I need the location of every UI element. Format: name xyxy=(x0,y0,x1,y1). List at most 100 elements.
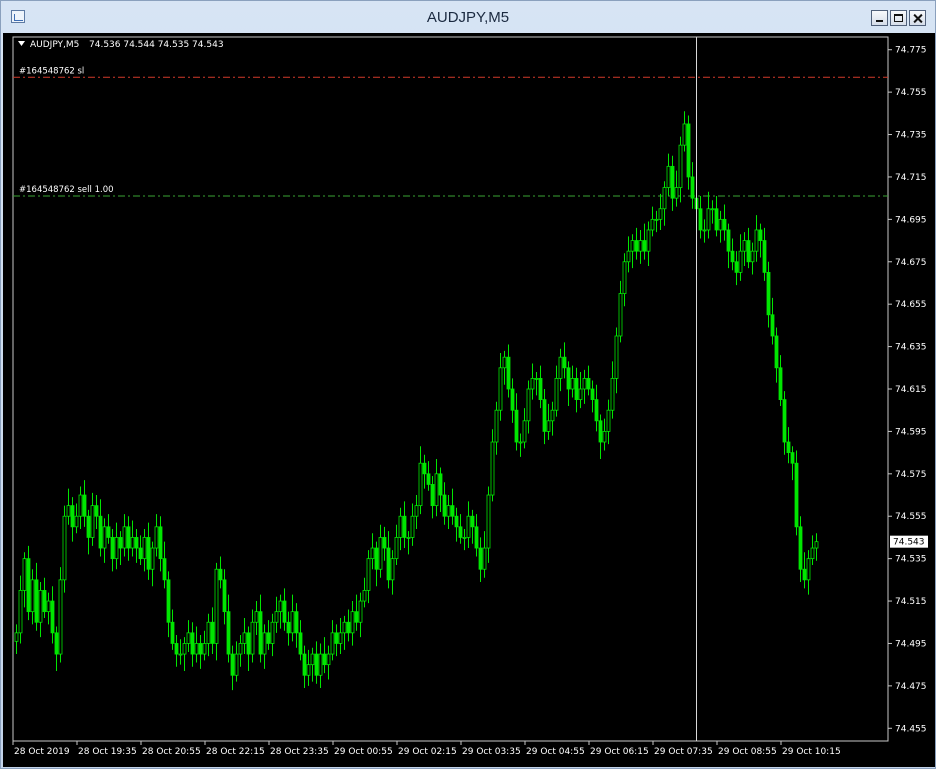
candle-body xyxy=(322,653,327,666)
current-price-label: 74.543 xyxy=(893,538,925,548)
candle-body xyxy=(778,367,783,401)
candle-body xyxy=(230,653,235,676)
candle-body xyxy=(354,611,359,623)
candle-body xyxy=(126,526,131,549)
x-tick-label: 29 Oct 04:55 xyxy=(526,747,585,757)
candle-body xyxy=(530,377,535,390)
candle-body xyxy=(598,420,603,443)
candle-body xyxy=(610,377,615,411)
candle-body xyxy=(62,515,67,581)
candle-body xyxy=(786,441,791,454)
maximize-button[interactable] xyxy=(890,10,907,26)
candle-body xyxy=(270,621,275,644)
candle-body xyxy=(606,409,611,432)
y-tick-label: 74.655 xyxy=(895,300,927,310)
candle-body xyxy=(806,558,811,581)
candle-body xyxy=(522,420,527,443)
candle-body xyxy=(810,547,815,560)
candle-body xyxy=(554,377,559,411)
y-tick-label: 74.475 xyxy=(895,682,927,692)
candle-body xyxy=(514,409,519,443)
candle-body xyxy=(166,579,171,623)
y-tick-label: 74.615 xyxy=(895,385,927,395)
candle-body xyxy=(678,144,683,188)
candle-body xyxy=(262,632,267,655)
candle-body xyxy=(294,611,299,634)
candle-body xyxy=(714,208,719,231)
candle-body xyxy=(422,462,427,475)
candle-body xyxy=(74,515,79,528)
candle-body xyxy=(154,526,159,549)
candle-body xyxy=(22,558,27,591)
y-tick-label: 74.555 xyxy=(895,512,927,522)
x-tick-label: 29 Oct 08:55 xyxy=(718,747,777,757)
candle-body xyxy=(402,515,407,538)
x-tick-label: 28 Oct 2019 xyxy=(14,747,70,757)
candle-body xyxy=(518,441,523,444)
price-chart[interactable]: #164548762 sl #164548762 sell 1.00 74.775… xyxy=(3,33,935,767)
candle-body xyxy=(234,653,239,676)
candle-body xyxy=(758,229,763,241)
candle-body xyxy=(770,314,775,337)
minimize-button[interactable] xyxy=(871,10,888,26)
candle-body xyxy=(118,537,123,549)
x-tick-label: 29 Oct 07:35 xyxy=(654,747,713,757)
candle-body xyxy=(330,632,335,655)
x-tick-label: 28 Oct 19:35 xyxy=(78,747,137,757)
candle-body xyxy=(150,547,155,570)
candle-body xyxy=(170,621,175,644)
candle-body xyxy=(442,494,447,517)
candle-body xyxy=(486,494,491,549)
candle-body xyxy=(594,399,599,422)
candle-body xyxy=(630,240,635,252)
candle-body xyxy=(546,420,551,432)
candle-body xyxy=(730,250,735,263)
candle-body xyxy=(266,632,271,644)
candle-body xyxy=(38,590,43,623)
candle-body xyxy=(350,611,355,634)
candle-body xyxy=(454,515,459,528)
candle-body xyxy=(278,600,283,613)
candle-body xyxy=(46,600,51,613)
x-tick-label: 28 Oct 23:35 xyxy=(270,747,329,757)
chart-window: AUDJPY,M5 #164548762 sl #164548762 sell 1… xyxy=(0,0,936,769)
close-button[interactable] xyxy=(909,10,926,26)
candle-body xyxy=(298,632,303,655)
candle-body xyxy=(198,643,203,655)
candle-body xyxy=(562,356,567,369)
candle-body xyxy=(182,643,187,655)
candle-body xyxy=(474,526,479,549)
y-tick-label: 74.715 xyxy=(895,173,927,183)
candle-body xyxy=(502,356,507,369)
candle-body xyxy=(30,579,35,613)
candle-body xyxy=(658,208,663,220)
candle-body xyxy=(382,537,387,549)
y-tick-label: 74.595 xyxy=(895,427,927,437)
title-bar[interactable]: AUDJPY,M5 xyxy=(1,1,935,33)
candle-body xyxy=(762,240,767,273)
candle-body xyxy=(274,611,279,623)
candle-body xyxy=(146,537,151,570)
candle-body xyxy=(290,611,295,634)
candle-body xyxy=(138,547,143,560)
candle-body xyxy=(122,526,127,549)
candle-body xyxy=(614,335,619,379)
candle-body xyxy=(302,653,307,676)
candle-body xyxy=(466,515,471,538)
candle-body xyxy=(90,505,95,538)
candle-body xyxy=(130,537,135,549)
candle-body xyxy=(426,473,431,485)
candle-body xyxy=(414,505,419,517)
candle-body xyxy=(50,600,55,634)
candle-body xyxy=(654,218,659,221)
candle-body xyxy=(690,176,695,199)
x-tick-label: 28 Oct 20:55 xyxy=(142,747,201,757)
window-title: AUDJPY,M5 xyxy=(426,9,510,26)
candle-body xyxy=(470,515,475,528)
candle-body xyxy=(698,208,703,231)
candle-body xyxy=(78,494,83,517)
candle-body xyxy=(450,505,455,517)
candle-body xyxy=(162,558,167,581)
candle-body xyxy=(430,484,435,507)
candle-body xyxy=(386,547,391,581)
